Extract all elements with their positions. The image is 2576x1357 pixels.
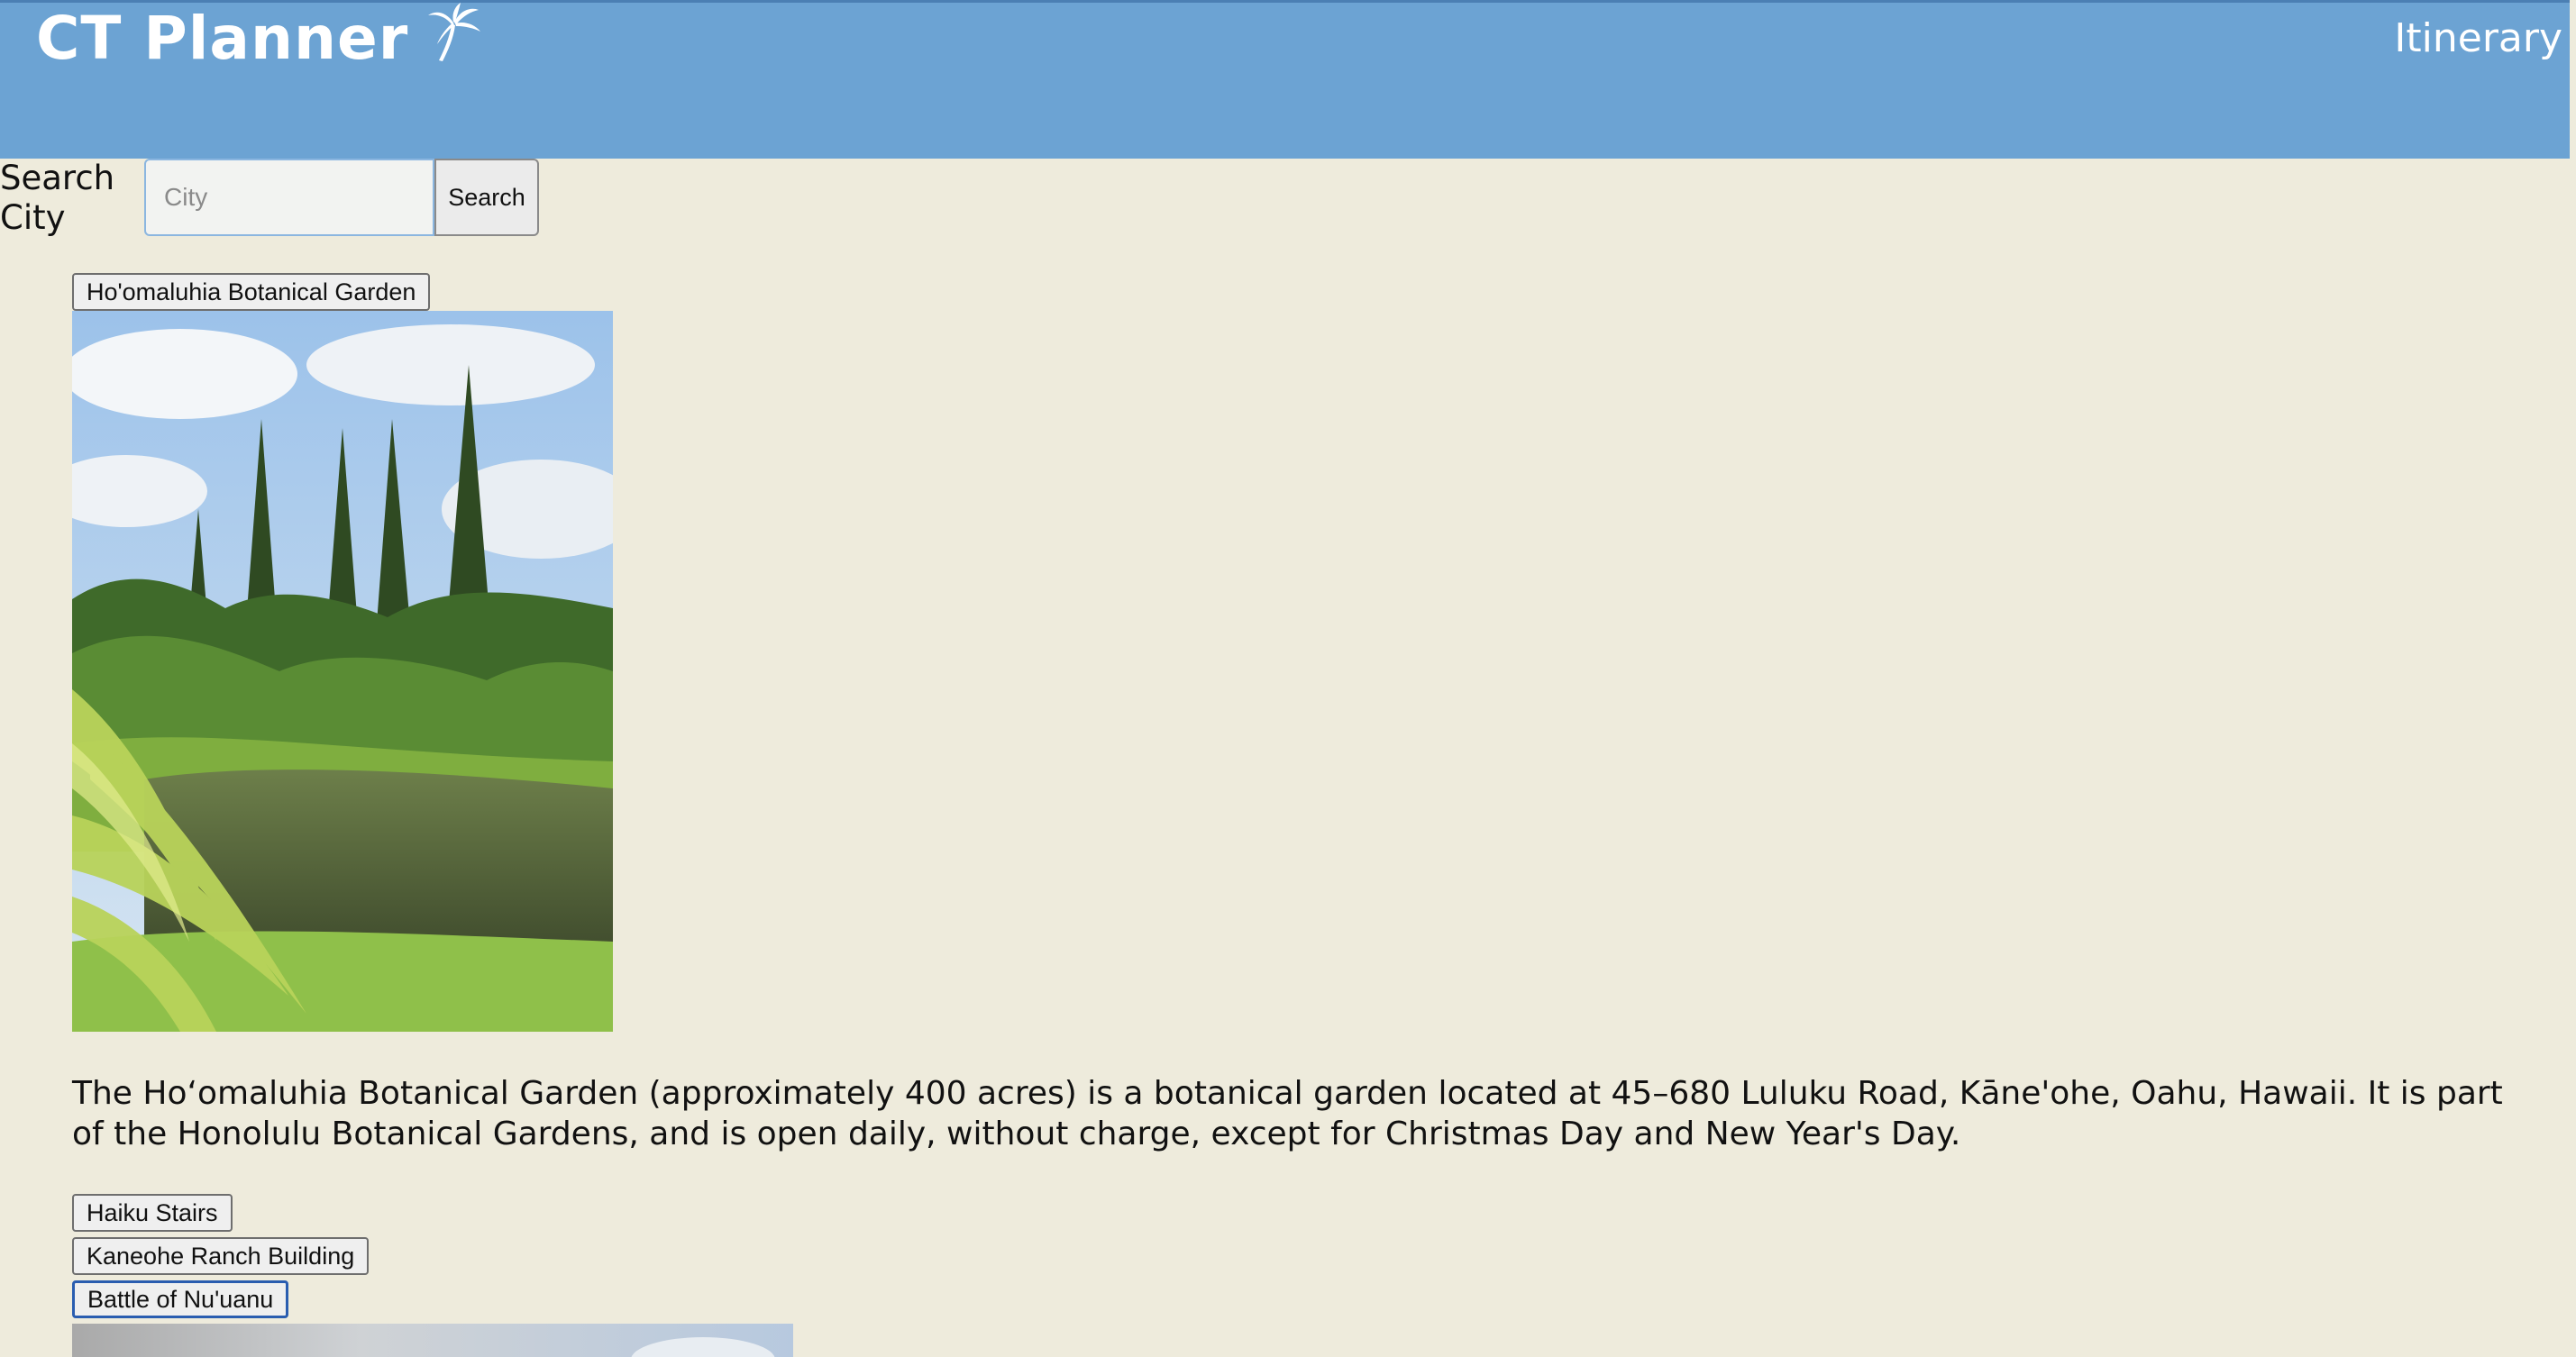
search-city-label: Search City [0, 159, 115, 237]
place-photo-preview [72, 1324, 793, 1357]
palm-tree-icon [428, 3, 481, 61]
header-bar: CT Planner Itinerary [0, 0, 2570, 159]
app-title: CT Planner [36, 4, 409, 73]
page: CT Planner Itinerary Search City Search … [0, 0, 2576, 1357]
brand[interactable]: CT Planner [36, 3, 484, 75]
place-button-haiku-stairs[interactable]: Haiku Stairs [72, 1194, 233, 1232]
itinerary-link[interactable]: Itinerary [2394, 12, 2562, 66]
place-button-hoomaluhia[interactable]: Ho'omaluhia Botanical Garden [72, 273, 431, 311]
search-bar: Search City Search [0, 159, 539, 237]
place-button-battle-of-nuuanu[interactable]: Battle of Nu'uanu [72, 1280, 289, 1318]
place-photo [72, 311, 613, 1032]
city-search-input[interactable] [144, 159, 434, 236]
search-button[interactable]: Search [434, 159, 539, 236]
places-content: Ho'omaluhia Botanical Garden The Hoʻomal… [72, 273, 2560, 1357]
place-button-kaneohe-ranch-building[interactable]: Kaneohe Ranch Building [72, 1237, 370, 1275]
place-list: Haiku Stairs Kaneohe Ranch Building Batt… [72, 1194, 2560, 1318]
place-description: The Hoʻomaluhia Botanical Garden (approx… [72, 1075, 2503, 1152]
